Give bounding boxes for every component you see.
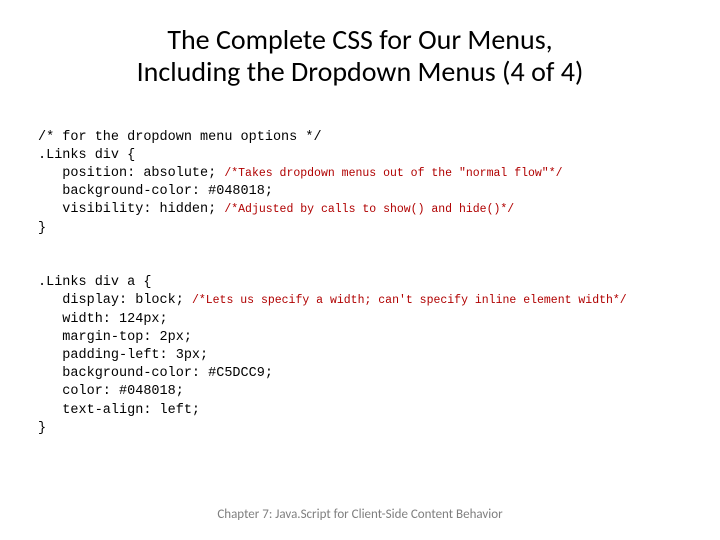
code-comment: /*Lets us specify a width; can't specify… — [192, 294, 627, 307]
title-line-2: Including the Dropdown Menus (4 of 4) — [137, 54, 584, 89]
code-line: .Links div a { — [38, 275, 151, 290]
slide-footer: Chapter 7: Java.Script for Client-Side C… — [0, 507, 720, 522]
code-line: padding-left: 3px; — [38, 348, 208, 363]
code-line: .Links div { — [38, 148, 135, 163]
code-area: /* for the dropdown menu options */ .Lin… — [0, 88, 720, 474]
code-line: visibility: hidden; — [38, 202, 224, 217]
code-line: color: #048018; — [38, 384, 184, 399]
code-line: } — [38, 221, 46, 236]
code-line: margin-top: 2px; — [38, 330, 192, 345]
code-comment: /*Adjusted by calls to show() and hide()… — [224, 203, 514, 216]
footer-text: Chapter 7: Java.Script for Client-Side C… — [217, 507, 502, 522]
code-block-1: /* for the dropdown menu options */ .Lin… — [38, 129, 700, 238]
title-line-1: The Complete CSS for Our Menus, — [167, 22, 552, 57]
code-line: position: absolute; — [38, 166, 224, 181]
code-comment: /*Takes dropdown menus out of the "norma… — [224, 167, 562, 180]
code-block-2: .Links div a { display: block; /*Lets us… — [38, 274, 700, 438]
slide: The Complete CSS for Our Menus, Includin… — [0, 0, 720, 540]
code-line: width: 124px; — [38, 312, 168, 327]
code-line: } — [38, 421, 46, 436]
code-line: /* for the dropdown menu options */ — [38, 130, 322, 145]
code-line: background-color: #C5DCC9; — [38, 366, 273, 381]
code-line: text-align: left; — [38, 403, 200, 418]
slide-title: The Complete CSS for Our Menus, Includin… — [0, 0, 720, 88]
code-line: background-color: #048018; — [38, 184, 273, 199]
code-line: display: block; — [38, 293, 192, 308]
